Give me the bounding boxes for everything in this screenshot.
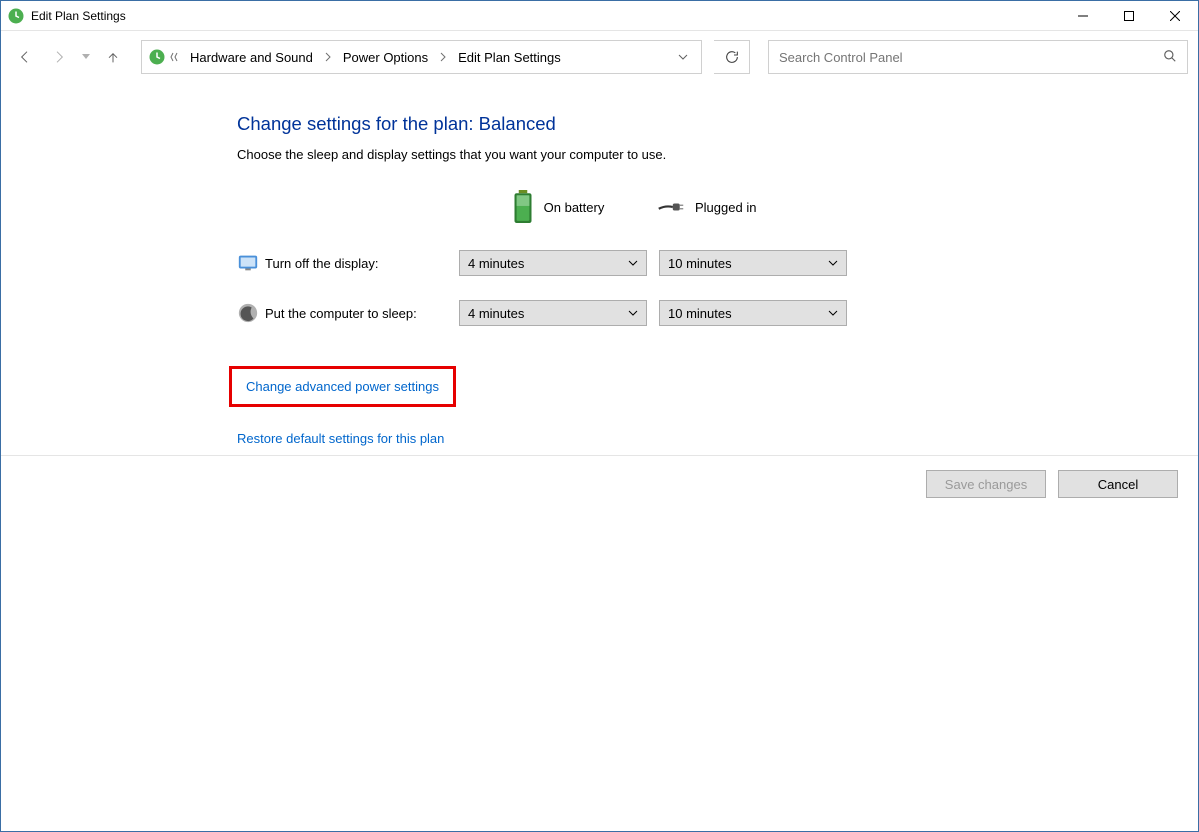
breadcrumb-edit-plan[interactable]: Edit Plan Settings	[452, 46, 567, 69]
chevron-down-icon	[628, 310, 638, 316]
power-options-icon	[7, 7, 25, 25]
sleep-label: Put the computer to sleep:	[265, 306, 459, 321]
close-button[interactable]	[1152, 1, 1198, 30]
minimize-button[interactable]	[1060, 1, 1106, 30]
chevron-down-icon	[828, 260, 838, 266]
content-area: Change settings for the plan: Balanced C…	[1, 83, 1198, 446]
battery-icon	[512, 190, 534, 224]
footer-bar: Save changes Cancel	[1, 455, 1198, 512]
highlight-box: Change advanced power settings	[229, 366, 456, 407]
save-button[interactable]: Save changes	[926, 470, 1046, 498]
navigation-bar: Hardware and Sound Power Options Edit Pl…	[1, 31, 1198, 83]
breadcrumb-power-options[interactable]: Power Options	[337, 46, 434, 69]
up-button[interactable]	[99, 43, 127, 71]
sleep-plugged-value: 10 minutes	[668, 306, 828, 321]
page-subtext: Choose the sleep and display settings th…	[237, 147, 1198, 162]
plugged-in-label: Plugged in	[695, 200, 756, 215]
display-battery-value: 4 minutes	[468, 256, 628, 271]
row-turn-off-display: Turn off the display: 4 minutes 10 minut…	[237, 250, 1198, 276]
display-plugged-value: 10 minutes	[668, 256, 828, 271]
column-on-battery: On battery	[459, 190, 657, 224]
row-sleep: Put the computer to sleep: 4 minutes 10 …	[237, 300, 1198, 326]
moon-icon	[237, 302, 259, 324]
display-battery-dropdown[interactable]: 4 minutes	[459, 250, 647, 276]
page-heading: Change settings for the plan: Balanced	[237, 113, 1198, 135]
window-title: Edit Plan Settings	[31, 9, 1060, 23]
search-icon[interactable]	[1163, 49, 1177, 66]
address-dropdown[interactable]	[671, 54, 695, 60]
chevron-down-icon	[828, 310, 838, 316]
restore-defaults-link[interactable]: Restore default settings for this plan	[237, 431, 444, 446]
recent-locations-button[interactable]	[79, 54, 93, 60]
title-bar: Edit Plan Settings	[1, 1, 1198, 31]
on-battery-label: On battery	[544, 200, 605, 215]
address-bar[interactable]: Hardware and Sound Power Options Edit Pl…	[141, 40, 702, 74]
breadcrumb-hardware-sound[interactable]: Hardware and Sound	[184, 46, 319, 69]
history-chevron[interactable]	[170, 52, 180, 62]
power-options-icon	[148, 48, 166, 66]
search-box[interactable]	[768, 40, 1188, 74]
maximize-button[interactable]	[1106, 1, 1152, 30]
sleep-battery-dropdown[interactable]: 4 minutes	[459, 300, 647, 326]
display-icon	[237, 252, 259, 274]
display-plugged-dropdown[interactable]: 10 minutes	[659, 250, 847, 276]
sleep-battery-value: 4 minutes	[468, 306, 628, 321]
chevron-right-icon[interactable]	[438, 52, 448, 62]
chevron-down-icon	[628, 260, 638, 266]
sleep-plugged-dropdown[interactable]: 10 minutes	[659, 300, 847, 326]
forward-button[interactable]	[45, 43, 73, 71]
cancel-button[interactable]: Cancel	[1058, 470, 1178, 498]
search-input[interactable]	[779, 50, 1163, 65]
plug-icon	[657, 197, 685, 217]
refresh-button[interactable]	[714, 40, 750, 74]
back-button[interactable]	[11, 43, 39, 71]
chevron-right-icon[interactable]	[323, 52, 333, 62]
advanced-settings-link[interactable]: Change advanced power settings	[246, 379, 439, 394]
column-plugged-in: Plugged in	[657, 190, 855, 224]
display-label: Turn off the display:	[265, 256, 459, 271]
